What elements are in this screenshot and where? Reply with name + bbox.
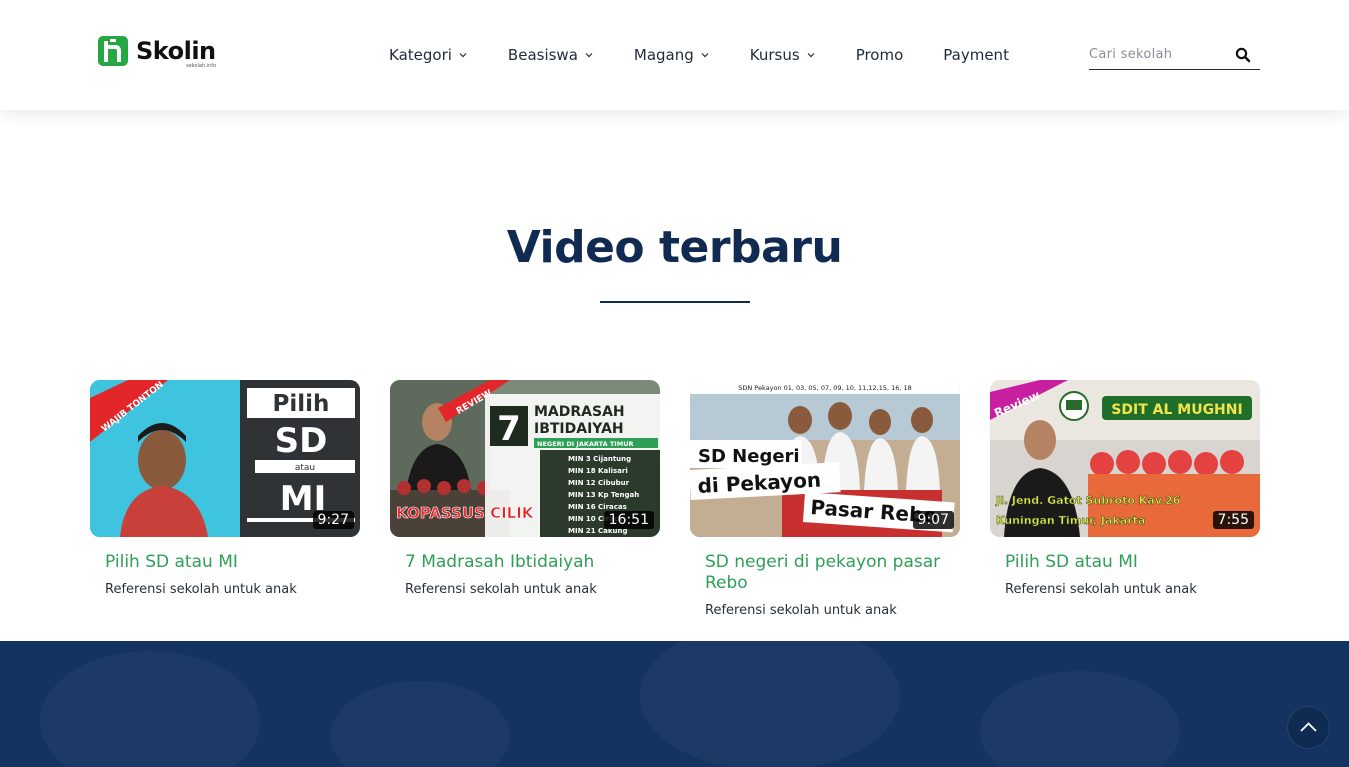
brand-logo[interactable]: Skolin sekolah.info <box>98 36 217 69</box>
logo-mark-icon <box>98 36 128 66</box>
video-card: WAJIB TONTON Pilih SD atau MI 9:27 Pilih… <box>90 380 360 597</box>
nav-item-label: Payment <box>943 46 1009 64</box>
video-title[interactable]: Pilih SD atau MI <box>90 552 360 573</box>
site-header: Skolin sekolah.info Kategori Beasiswa Ma… <box>0 0 1349 110</box>
thumb-text: SD Negeri <box>698 446 800 467</box>
video-duration: 16:51 <box>603 511 654 529</box>
texture-shape <box>330 681 510 767</box>
video-title[interactable]: SD negeri di pekayon pasar Rebo <box>690 552 960 594</box>
thumb-text: Jl. Jend. Gatot Subroto Kav.26 <box>995 494 1181 507</box>
thumb-list-item: MIN 13 Kp Tengah <box>568 491 639 499</box>
video-title[interactable]: 7 Madrasah Ibtidaiyah <box>390 552 660 573</box>
video-thumbnail[interactable]: SDN Pekayon 01, 03, 05, 07, 09, 10, 11,1… <box>690 380 960 537</box>
thumb-list-item: MIN 3 Cijantung <box>568 455 631 463</box>
thumb-list-item: MIN 16 Ciracas <box>568 503 627 511</box>
nav-item-beasiswa[interactable]: Beasiswa <box>508 46 594 64</box>
video-card: REVIEW 7 MADRASAH IBTIDAIYAH NEGERI DI J… <box>390 380 660 597</box>
brand-tagline: sekolah.info <box>186 63 217 69</box>
video-description: Referensi sekolah untuk anak <box>105 582 297 597</box>
video-thumbnail[interactable]: WAJIB TONTON Pilih SD atau MI 9:27 <box>90 380 360 537</box>
thumb-text: SD <box>275 421 328 461</box>
search-icon[interactable] <box>1235 47 1251 63</box>
video-title[interactable]: Pilih SD atau MI <box>990 552 1260 573</box>
nav-item-kursus[interactable]: Kursus <box>750 46 816 64</box>
video-duration: 7:55 <box>1212 511 1254 529</box>
thumb-list-item: MIN 12 Cibubur <box>568 479 630 487</box>
video-duration: 9:27 <box>312 511 354 529</box>
video-thumbnail[interactable]: Review SDIT AL MUGHNI Jl. Jend. Gatot Su… <box>990 380 1260 537</box>
nav-item-promo[interactable]: Promo <box>856 46 904 64</box>
scroll-to-top-button[interactable] <box>1288 707 1329 748</box>
main-nav: Kategori Beasiswa Magang Kursus Promo Pa… <box>389 44 1009 66</box>
thumb-list-item: MIN 18 Kalisari <box>568 467 628 475</box>
texture-shape <box>40 651 260 767</box>
nav-item-magang[interactable]: Magang <box>634 46 710 64</box>
thumb-text: SDN Pekayon 01, 03, 05, 07, 09, 10, 11,1… <box>738 384 912 392</box>
thumb-text: SDIT AL MUGHNI <box>1111 402 1242 418</box>
texture-shape <box>980 671 1180 767</box>
nav-item-label: Kategori <box>389 46 452 64</box>
video-duration: 9:07 <box>912 511 954 529</box>
brand-name: Skolin <box>136 37 216 65</box>
thumb-text: IBTIDAIYAH <box>534 421 624 437</box>
nav-item-payment[interactable]: Payment <box>943 46 1009 64</box>
video-card: SDN Pekayon 01, 03, 05, 07, 09, 10, 11,1… <box>690 380 960 618</box>
section-title: Video terbaru <box>506 222 843 273</box>
search-input[interactable] <box>1089 40 1229 68</box>
video-description: Referensi sekolah untuk anak <box>705 603 897 618</box>
nav-item-kategori[interactable]: Kategori <box>389 46 468 64</box>
title-divider <box>600 301 750 303</box>
chevron-down-icon <box>459 53 467 58</box>
nav-item-label: Promo <box>855 46 904 64</box>
search-box <box>1089 40 1260 70</box>
chevron-down-icon <box>701 53 709 58</box>
thumb-text: Kuningan Timur, Jakarta <box>996 514 1145 527</box>
chevron-down-icon <box>585 53 593 58</box>
footer-background <box>0 641 1349 767</box>
video-description: Referensi sekolah untuk anak <box>405 582 597 597</box>
video-thumbnail[interactable]: REVIEW 7 MADRASAH IBTIDAIYAH NEGERI DI J… <box>390 380 660 537</box>
thumb-text: KOPASSUS CILIK <box>396 504 535 522</box>
video-description: Referensi sekolah untuk anak <box>1005 582 1197 597</box>
thumb-text: Pilih <box>273 391 330 417</box>
thumb-text: atau <box>295 463 315 473</box>
thumb-text: MADRASAH <box>534 404 625 420</box>
thumb-text: 7 <box>497 409 521 449</box>
chevron-down-icon <box>807 53 815 58</box>
video-card: Review SDIT AL MUGHNI Jl. Jend. Gatot Su… <box>990 380 1260 597</box>
chevron-up-icon <box>1300 722 1317 732</box>
texture-shape <box>640 641 900 767</box>
nav-item-label: Magang <box>633 46 694 64</box>
thumb-text: NEGERI DI JAKARTA TIMUR <box>537 440 633 448</box>
nav-item-label: Beasiswa <box>507 46 578 64</box>
nav-item-label: Kursus <box>749 46 800 64</box>
